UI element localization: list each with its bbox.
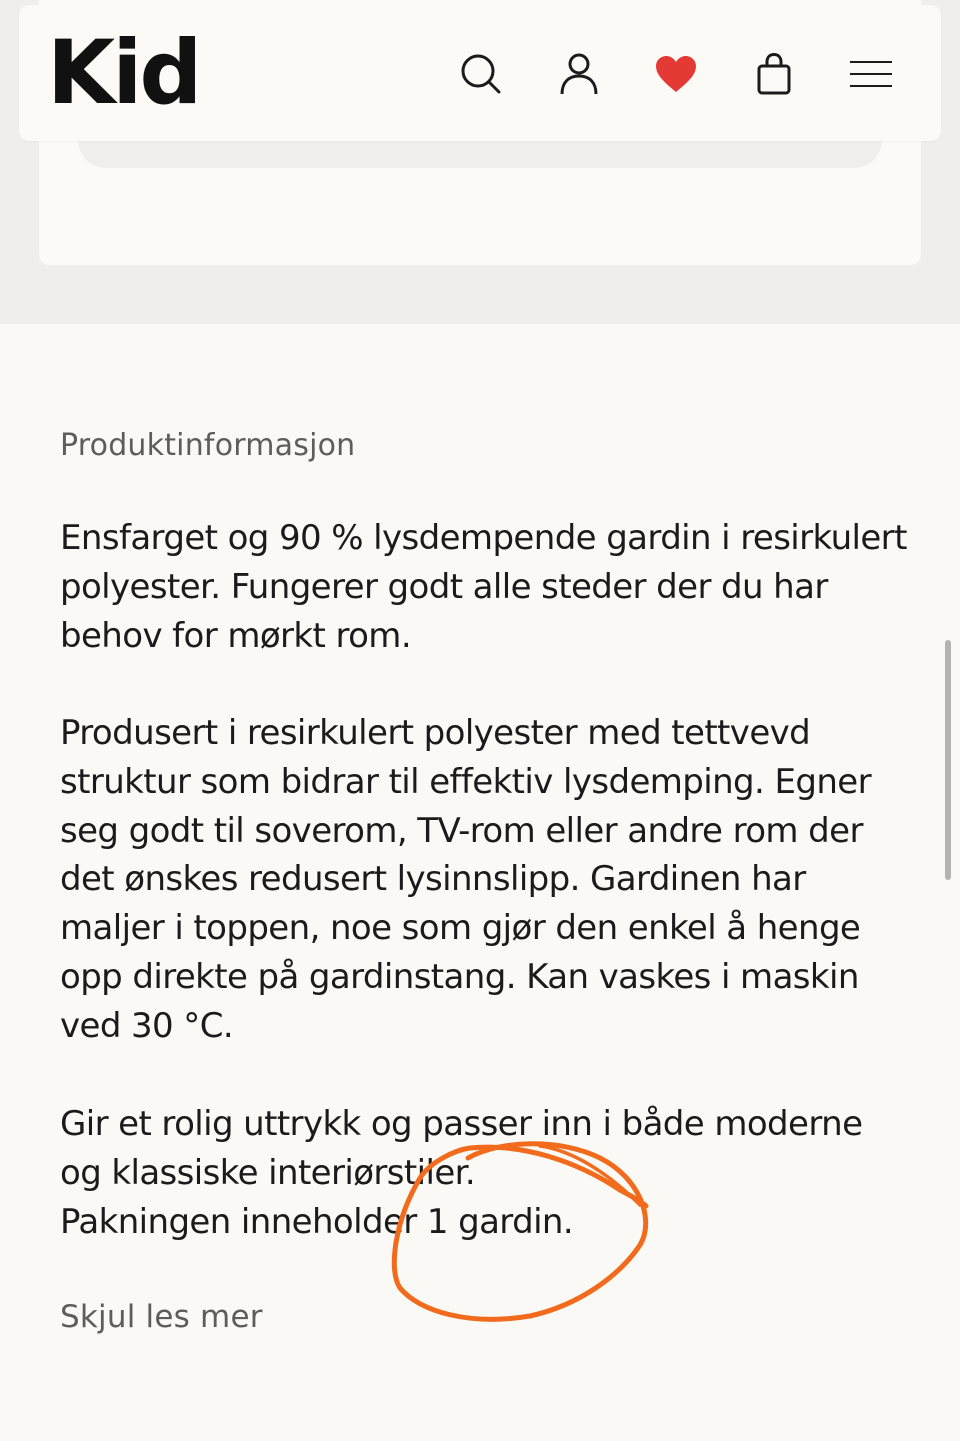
product-description-2: Produsert i resirkulert polyester med te…: [60, 709, 920, 1051]
kid-logo[interactable]: Kid: [47, 23, 202, 123]
product-info-heading: Produktinformasjon: [60, 428, 356, 463]
text-line: struktur som bidrar til effektiv lysdemp…: [60, 761, 872, 802]
heart-icon: [656, 56, 696, 92]
scrollbar[interactable]: [945, 640, 951, 880]
page: Kid Produktinformasjon Ensfarget og 90 %…: [0, 0, 960, 1441]
text-line: det ønskes redusert lysinnslipp. Gardine…: [60, 859, 806, 900]
text-line: seg godt til soverom, TV-rom eller andre…: [60, 810, 863, 851]
product-description-1: Ensfarget og 90 % lysdempende gardin i r…: [60, 514, 920, 660]
text-line: Gir et rolig uttrykk og passer inn i båd…: [60, 1104, 863, 1144]
text-line: behov for mørkt rom.: [60, 615, 412, 656]
text-line: Ensfarget og 90 % lysdempende gardin i r…: [60, 518, 907, 558]
search-icon: [461, 54, 501, 94]
account-button[interactable]: [555, 50, 603, 98]
text-line: opp direkte på gardinstang. Kan vaskes i…: [60, 956, 859, 997]
cart-button[interactable]: [750, 50, 798, 98]
text-line: maljer i toppen, noe som gjør den enkel …: [60, 908, 861, 949]
text-line: og klassiske interiørstiler.: [60, 1152, 476, 1193]
text-line: Produsert i resirkulert polyester med te…: [60, 713, 811, 753]
product-description-3: Gir et rolig uttrykk og passer inn i båd…: [60, 1100, 920, 1246]
text-line: polyester. Fungerer godt alle steder der…: [60, 566, 828, 607]
favorites-button[interactable]: [652, 50, 700, 98]
search-button[interactable]: [457, 50, 505, 98]
text-line: ved 30 °C.: [60, 1005, 234, 1046]
user-icon: [560, 53, 598, 95]
package-contents-line: Pakningen inneholder 1 gardin.: [60, 1201, 574, 1242]
site-header: Kid: [19, 5, 941, 141]
read-less-link[interactable]: Skjul les mer: [60, 1296, 263, 1338]
bag-icon: [757, 52, 791, 95]
menu-icon: [850, 61, 892, 87]
menu-button[interactable]: [847, 50, 895, 98]
